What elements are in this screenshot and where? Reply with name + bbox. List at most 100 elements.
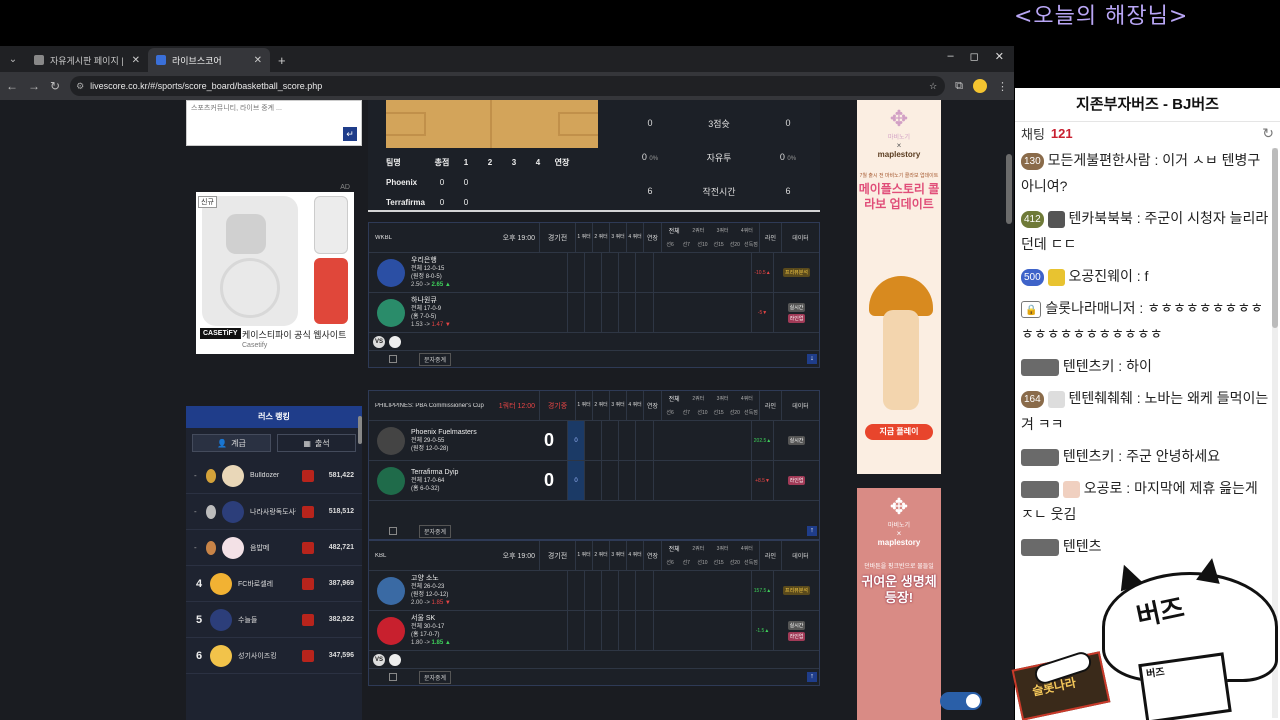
ot-cell xyxy=(635,421,653,460)
tab-rank-class[interactable]: 👤 계급 xyxy=(192,434,271,452)
sms-relay-button[interactable]: 문자중계 xyxy=(419,352,452,366)
vs-icon[interactable]: VS xyxy=(373,653,385,666)
close-tab-icon[interactable]: ✕ xyxy=(132,55,140,66)
minimize-button[interactable]: – xyxy=(948,50,954,63)
extensions-icon[interactable]: ⧉ xyxy=(955,80,963,93)
back-icon[interactable]: ← xyxy=(6,79,18,93)
tab-rank-attendance[interactable]: ▦ 출석 xyxy=(277,434,356,452)
odds-from: 2.00 -> xyxy=(411,599,430,606)
ranking-row[interactable]: - 나라사랑독도사랑 518,512 xyxy=(186,494,362,530)
sms-relay-button[interactable]: 문자중계 xyxy=(419,524,452,538)
collapse-arrow-icon[interactable]: ↑ xyxy=(807,526,817,536)
tab-search-icon[interactable]: ⌄ xyxy=(4,51,22,69)
sms-relay-button[interactable]: 문자중계 xyxy=(419,670,452,684)
odds-s: 선6 xyxy=(666,410,674,417)
chat-nick[interactable]: 슬롯나라매니저 xyxy=(1045,300,1135,316)
maplestory-logo: maplestory xyxy=(877,150,921,159)
rank-name: 수늘들 xyxy=(238,616,258,624)
q1-cell xyxy=(567,293,584,332)
ranking-row[interactable]: - 음밥메 482,721 xyxy=(186,530,362,566)
league-name: KBL xyxy=(375,552,387,559)
ranking-row[interactable]: 6 성기사이즈킹 347,596 xyxy=(186,638,362,674)
stat-right-pct: 0% xyxy=(787,156,797,162)
header-q2: 2 쿼터 xyxy=(592,391,609,420)
ranking-row[interactable]: - Bulldozer 581,422 xyxy=(186,458,362,494)
team-odds: 1.53 -> 1.47 ▼ xyxy=(411,321,531,329)
line-value: -5▼ xyxy=(751,293,773,332)
lineup-button[interactable]: 라인업 xyxy=(787,313,806,323)
live-button[interactable]: 실시간 xyxy=(787,620,806,630)
enter-icon[interactable]: ↵ xyxy=(343,127,357,141)
favorite-checkbox[interactable] xyxy=(389,355,397,363)
q4-cell xyxy=(618,421,635,460)
chat-scrollbar[interactable] xyxy=(1272,148,1278,718)
chat-nick[interactable]: 텐카북북북 xyxy=(1068,210,1132,226)
chat-nick[interactable]: 텐텐츠키 xyxy=(1063,358,1115,374)
page-scrollbar[interactable] xyxy=(1006,154,1012,224)
chat-nick[interactable]: 오공진웨이 xyxy=(1068,268,1132,284)
chat-nick[interactable]: 텐텐츠 xyxy=(1063,538,1102,554)
theme-toggle[interactable] xyxy=(940,692,982,710)
casetify-ad[interactable]: AD 신규 CASETiFY 케이스티파이 공식 웹사이트 Casetify xyxy=(196,184,354,354)
stat-label: 자유투 xyxy=(706,152,732,163)
chat-nick[interactable]: 텐텐췌췌췌 xyxy=(1068,390,1132,406)
site-info-icon[interactable]: ⚙ xyxy=(76,81,84,92)
refresh-icon[interactable]: ↻ xyxy=(1262,125,1274,142)
new-tab-button[interactable]: + xyxy=(270,53,294,72)
odds-h: 전체 xyxy=(668,228,680,235)
odds-h: 4쿼터 xyxy=(740,395,753,402)
tab-livescore[interactable]: 라이브스코어 ✕ xyxy=(148,48,270,72)
live-button[interactable]: 실시간 xyxy=(787,436,806,445)
preview-button[interactable]: 프리뷰분석 xyxy=(782,586,810,595)
lineup-button[interactable]: 라인업 xyxy=(787,476,806,485)
maplestory-ad-bottom[interactable]: ✥ 마비노기 × maplestory 던바튼을 핑크빈으로 물들일 귀여운 생명… xyxy=(857,488,941,720)
ranking-scrollbar[interactable] xyxy=(358,416,362,444)
phone-case-white-image xyxy=(314,196,348,254)
message-input-box[interactable]: 스포츠커뮤니티, 라이브 중계 ... ↵ xyxy=(186,100,362,146)
close-window-button[interactable]: ✕ xyxy=(995,50,1004,63)
rank-name: 음밥메 xyxy=(250,544,270,552)
game-header: WKBL 오후 19:00 경기전 1 쿼터 2 쿼터 3 쿼터 4 쿼터 연장… xyxy=(369,223,819,253)
bronze-medal-icon xyxy=(206,540,216,555)
q2-cell xyxy=(584,461,601,500)
odds-cell xyxy=(653,293,751,332)
stat-label: 작전시간 xyxy=(702,186,736,197)
lineup-button[interactable]: 라인업 xyxy=(787,631,806,641)
chat-text: 주군 안녕하세요 xyxy=(1126,448,1221,464)
close-tab-icon[interactable]: ✕ xyxy=(254,55,262,66)
phone-case-red-image xyxy=(314,258,348,324)
chat-header: 채팅 121 ↻ xyxy=(1015,122,1280,144)
favorite-checkbox[interactable] xyxy=(389,527,397,535)
maximize-button[interactable]: ◻ xyxy=(970,50,979,63)
chat-nick[interactable]: 모든게불편한사람 xyxy=(1048,152,1151,168)
ranking-row[interactable]: 5 수늘들 382,922 xyxy=(186,602,362,638)
chat-nick[interactable]: 텐텐츠키 xyxy=(1063,448,1115,464)
preview-button[interactable]: 프리뷰분석 xyxy=(782,268,810,277)
header-q1: 1 쿼터 xyxy=(575,391,592,420)
reload-icon[interactable]: ↻ xyxy=(50,79,60,93)
expand-arrow-icon[interactable]: ↓ xyxy=(807,354,817,364)
maplestory-ad-top[interactable]: ✥ 마비노기 × maplestory 7월 출시 전 마비노기 콜라보 업데이트… xyxy=(857,100,941,474)
team-name: 고양 소노 xyxy=(411,574,439,582)
play-now-button[interactable]: 지금 플레이 xyxy=(865,424,933,440)
tab-free-board[interactable]: 자유게시판 페이지 | 쓸롯나라 ✕ xyxy=(26,48,148,72)
bookmark-star-icon[interactable]: ☆ xyxy=(929,81,937,92)
team-logo xyxy=(377,298,405,327)
profile-avatar[interactable] xyxy=(973,79,987,93)
forward-icon[interactable]: → xyxy=(28,79,40,93)
team-record: 전체 29-0-55 xyxy=(411,437,445,444)
q1-cell: 0 xyxy=(567,421,584,460)
ball-icon xyxy=(389,335,401,348)
menu-icon[interactable]: ⋮ xyxy=(997,80,1008,93)
stat-left: 0 0% xyxy=(620,152,680,162)
chat-sep: : xyxy=(1135,300,1148,316)
live-button[interactable]: 실시간 xyxy=(787,302,806,312)
chat-nick[interactable]: 오공로 xyxy=(1084,480,1123,496)
header-q2: 2 쿼터 xyxy=(592,223,609,252)
address-bar[interactable]: ⚙ livescore.co.kr/#/sports/score_board/b… xyxy=(70,76,946,96)
favorite-checkbox[interactable] xyxy=(389,673,397,681)
vs-icon[interactable]: VS xyxy=(373,335,385,348)
ranking-row[interactable]: 4 FC바로셀레 387,969 xyxy=(186,566,362,602)
team-score: 0 xyxy=(543,430,554,450)
collapse-arrow-icon[interactable]: ↑ xyxy=(807,672,817,682)
